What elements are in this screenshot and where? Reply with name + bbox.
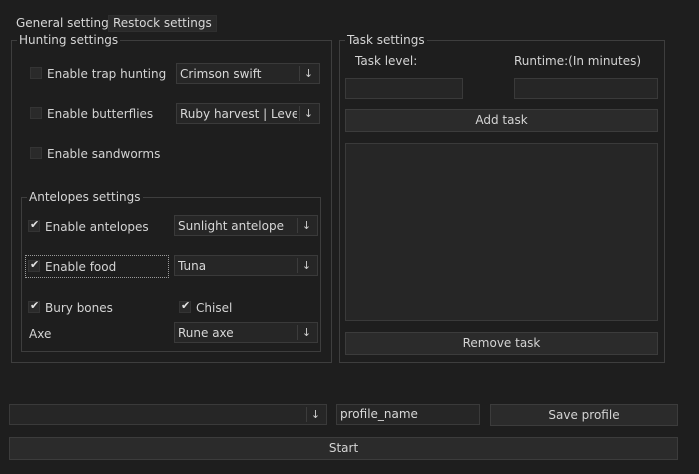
runtime-input[interactable] xyxy=(514,78,658,99)
tab-general-settings[interactable]: General settings xyxy=(12,14,119,32)
antelopes-label: Enable antelopes xyxy=(45,220,149,234)
axe-label: Axe xyxy=(29,327,52,341)
sandworms-label: Enable sandworms xyxy=(47,147,161,161)
bury-bones-checkbox[interactable] xyxy=(28,299,40,313)
bury-bones-label: Bury bones xyxy=(45,301,113,315)
runtime-label: Runtime:(In minutes) xyxy=(514,54,642,68)
antelopes-checkbox[interactable] xyxy=(28,218,40,232)
antelope-select[interactable]: Sunlight antelope ↓ xyxy=(174,215,318,236)
task-list[interactable] xyxy=(345,143,658,321)
arrow-down-icon: ↓ xyxy=(297,325,315,340)
arrow-down-icon: ↓ xyxy=(299,66,317,81)
food-select-value: Tuna xyxy=(178,259,207,273)
food-select[interactable]: Tuna ↓ xyxy=(174,255,318,276)
axe-select-value: Rune axe xyxy=(178,326,234,340)
tab-restock-settings[interactable]: Restock settings xyxy=(108,15,217,32)
add-task-button[interactable]: Add task xyxy=(345,109,658,132)
chisel-label: Chisel xyxy=(196,301,233,315)
sandworms-checkbox[interactable] xyxy=(30,147,42,159)
remove-task-button[interactable]: Remove task xyxy=(345,332,658,355)
task-level-label: Task level: xyxy=(355,54,418,68)
butterflies-select-value: Ruby harvest | Level:... xyxy=(180,107,297,121)
antelopes-settings-title: Antelopes settings xyxy=(27,190,143,204)
butterflies-label: Enable butterflies xyxy=(47,107,154,121)
axe-select[interactable]: Rune axe ↓ xyxy=(174,322,318,343)
antelope-select-value: Sunlight antelope xyxy=(178,219,284,233)
task-settings-title: Task settings xyxy=(345,33,427,47)
butterflies-select[interactable]: Ruby harvest | Level:... ↓ xyxy=(176,103,320,124)
arrow-down-icon: ↓ xyxy=(299,106,317,121)
food-checkbox[interactable] xyxy=(28,258,40,272)
task-level-input[interactable] xyxy=(345,78,463,99)
chisel-checkbox[interactable] xyxy=(179,299,191,313)
arrow-down-icon: ↓ xyxy=(297,258,315,273)
arrow-down-icon: ↓ xyxy=(306,407,324,422)
butterflies-checkbox[interactable] xyxy=(30,107,42,119)
trap-select-value: Crimson swift xyxy=(180,67,262,81)
profile-name-input[interactable]: profile_name xyxy=(336,404,480,425)
hunting-settings-title: Hunting settings xyxy=(17,33,121,47)
trap-hunting-label: Enable trap hunting xyxy=(47,67,167,81)
start-button[interactable]: Start xyxy=(9,437,678,460)
arrow-down-icon: ↓ xyxy=(297,218,315,233)
trap-hunting-checkbox[interactable] xyxy=(30,67,42,79)
trap-select[interactable]: Crimson swift ↓ xyxy=(176,63,320,84)
profile-select[interactable]: ↓ xyxy=(9,404,327,425)
save-profile-button[interactable]: Save profile xyxy=(490,404,678,426)
food-label: Enable food xyxy=(45,260,117,274)
